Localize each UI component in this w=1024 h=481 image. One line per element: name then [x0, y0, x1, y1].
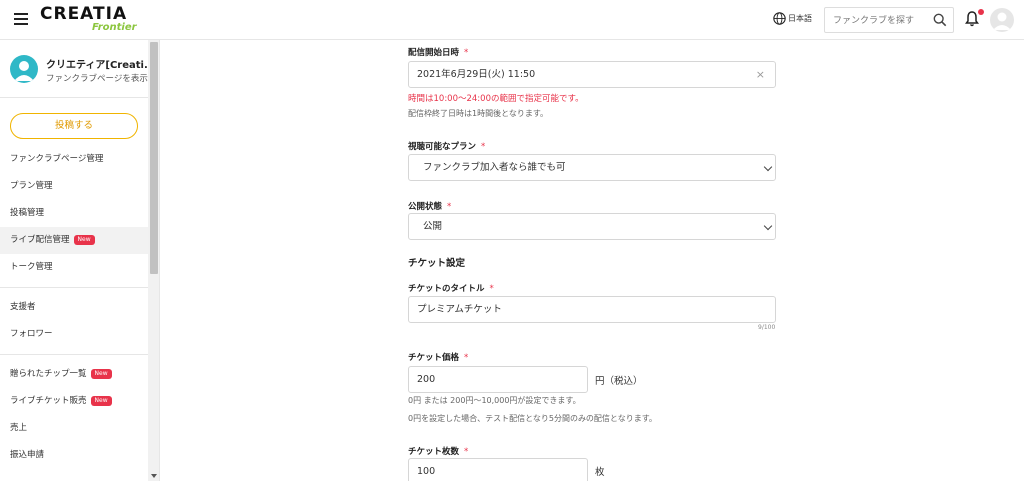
count-label: チケット枚数 *	[408, 447, 469, 457]
sidebar-scrollbar[interactable]	[148, 40, 159, 481]
sidebar-item-label: ライブ配信管理	[10, 235, 70, 245]
chevron-down-icon	[763, 221, 773, 231]
top-header: CREATIA Frontier 日本語	[0, 0, 1024, 40]
status-select-value: 公開	[423, 221, 443, 232]
ticket-title-counter: 9/100	[758, 324, 776, 331]
sidebar-item-label: 支援者	[10, 302, 36, 312]
price-value: 200	[417, 374, 436, 385]
new-badge: New	[90, 369, 112, 379]
start-datetime-value: 2021年6月29日(火) 11:50	[417, 69, 536, 80]
sidebar-item-label: ファンクラブページ管理	[10, 154, 104, 164]
sidebar-item-label: トーク管理	[10, 262, 53, 272]
bell-icon	[965, 11, 979, 27]
sidebar-item-label: 贈られたチップ一覧	[10, 369, 87, 379]
close-icon[interactable]: ×	[756, 62, 765, 87]
menu-icon[interactable]	[14, 13, 28, 25]
search-input[interactable]	[825, 9, 925, 33]
ticket-title-input[interactable]: プレミアムチケット	[408, 296, 776, 323]
count-value: 100	[417, 466, 436, 477]
chevron-down-icon	[763, 162, 773, 172]
plan-label: 視聴可能なプラン *	[408, 142, 486, 152]
new-badge: New	[90, 396, 112, 406]
start-datetime-note: 配信枠終了日時は1時間後となります。	[408, 109, 549, 118]
sidebar-item-followers[interactable]: フォロワー	[0, 321, 148, 348]
divider	[0, 354, 148, 355]
sidebar-nav: ファンクラブページ管理 プラン管理 投稿管理 ライブ配信管理 New トーク管理 …	[0, 146, 148, 469]
sidebar-item-posts[interactable]: 投稿管理	[0, 200, 148, 227]
sidebar-item-fanclub-page[interactable]: ファンクラブページ管理	[0, 146, 148, 173]
user-avatar-icon[interactable]	[990, 8, 1014, 32]
logo-sub-text: Frontier	[92, 22, 137, 33]
sidebar-item-plans[interactable]: プラン管理	[0, 173, 148, 200]
search-box	[824, 7, 954, 33]
post-button[interactable]: 投稿する	[10, 113, 138, 139]
price-unit: 円（税込）	[595, 376, 643, 387]
profile-name: クリエティア[Creati...	[46, 60, 156, 71]
profile-avatar[interactable]	[10, 55, 38, 83]
count-input[interactable]: 100	[408, 458, 588, 481]
start-datetime-field[interactable]: 2021年6月29日(火) 11:50 ×	[408, 61, 776, 88]
price-note-test: 0円を設定した場合、テスト配信となり5分間のみの配信となります。	[408, 414, 657, 423]
status-select[interactable]: 公開	[408, 213, 776, 240]
scroll-down-arrow[interactable]	[151, 474, 157, 478]
scrollbar-thumb[interactable]	[150, 42, 158, 274]
sidebar-item-label: ライブチケット販売	[10, 396, 87, 406]
notification-dot	[978, 9, 984, 15]
count-unit: 枚	[595, 467, 605, 478]
sidebar-item-live[interactable]: ライブ配信管理 New	[0, 227, 148, 254]
divider	[0, 287, 148, 288]
globe-icon	[773, 12, 786, 25]
price-label: チケット価格 *	[408, 353, 469, 363]
sidebar-item-transfer[interactable]: 振込申請	[0, 442, 148, 469]
view-fanclub-link[interactable]: ファンクラブページを表示	[46, 72, 148, 84]
ticket-section-title: チケット設定	[408, 258, 466, 269]
sidebar-item-talk[interactable]: トーク管理	[0, 254, 148, 281]
sidebar-item-sales[interactable]: 売上	[0, 415, 148, 442]
language-label: 日本語	[788, 14, 812, 23]
sidebar-item-label: 売上	[10, 423, 28, 433]
logo-main-text: CREATIA	[40, 4, 128, 24]
site-logo[interactable]: CREATIA Frontier	[40, 4, 137, 34]
price-input[interactable]: 200	[408, 366, 588, 393]
sidebar-item-label: フォロワー	[10, 329, 53, 339]
plan-select[interactable]: ファンクラブ加入者なら誰でも可	[408, 154, 776, 181]
sidebar-item-label: 投稿管理	[10, 208, 45, 218]
ticket-title-label: チケットのタイトル *	[408, 284, 494, 294]
notification-bell[interactable]	[965, 9, 984, 31]
status-label: 公開状態 *	[408, 202, 452, 212]
language-selector[interactable]: 日本語	[773, 12, 812, 25]
new-badge: New	[73, 235, 95, 245]
ticket-title-value: プレミアムチケット	[417, 304, 502, 315]
search-icon[interactable]	[933, 13, 947, 27]
start-datetime-label: 配信開始日時 *	[408, 48, 469, 58]
sidebar: クリエティア[Creati... ファンクラブページを表示 投稿する ファンクラ…	[0, 40, 160, 481]
sidebar-item-live-tickets[interactable]: ライブチケット販売 New	[0, 388, 148, 415]
price-note-range: 0円 または 200円〜10,000円が設定できます。	[408, 396, 581, 405]
plan-select-value: ファンクラブ加入者なら誰でも可	[423, 162, 566, 173]
sidebar-item-supporters[interactable]: 支援者	[0, 294, 148, 321]
sidebar-item-label: プラン管理	[10, 181, 53, 191]
profile-card: クリエティア[Creati... ファンクラブページを表示	[0, 40, 155, 98]
sidebar-item-label: 振込申請	[10, 450, 45, 460]
sidebar-item-tips[interactable]: 贈られたチップ一覧 New	[0, 361, 148, 388]
start-datetime-error: 時間は10:00〜24:00の範囲で指定可能です。	[408, 94, 584, 104]
